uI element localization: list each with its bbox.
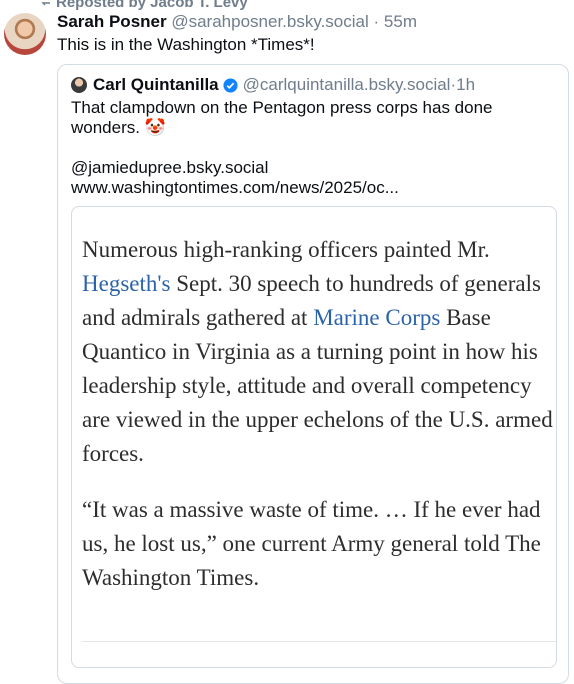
quote-text: That clampdown on the Pentagon press cor… (71, 98, 561, 198)
quote-text-line: That clampdown on the Pentagon press cor… (71, 98, 493, 137)
post-time[interactable]: 55m (384, 12, 417, 31)
article-link-hegseth: Hegseth's (82, 271, 171, 296)
verified-badge-icon (223, 77, 238, 93)
quote-link[interactable]: www.washingtontimes.com/news/2025/oc... (71, 178, 561, 198)
repost-indicator[interactable]: Reposted by Jacob T. Levy (40, 0, 248, 11)
divider (82, 641, 556, 642)
author-handle[interactable]: @sarahposner.bsky.social (171, 12, 368, 31)
quote-author-handle[interactable]: @carlquintanilla.bsky.social (243, 75, 451, 95)
author-name[interactable]: Sarah Posner (57, 12, 167, 31)
quote-header: Carl Quintanilla @carlquintanilla.bsky.s… (71, 75, 475, 95)
article-screenshot-image[interactable]: Numerous high-ranking officers painted M… (71, 206, 557, 668)
quote-mention[interactable]: @jamiedupree.bsky.social (71, 158, 561, 178)
quote-time[interactable]: 1h (456, 75, 475, 95)
article-paragraph: Numerous high-ranking officers painted M… (82, 237, 553, 466)
quote-author-name[interactable]: Carl Quintanilla (93, 75, 219, 95)
quote-avatar[interactable] (71, 77, 87, 93)
post-header: Sarah Posner @sarahposner.bsky.social · … (57, 12, 417, 32)
repost-label: Reposted by Jacob T. Levy (56, 0, 248, 11)
repost-icon (40, 0, 52, 11)
avatar[interactable] (4, 13, 46, 55)
post-text: This is in the Washington *Times*! (57, 35, 315, 54)
article-paragraph: “It was a massive waste of time. … If he… (82, 497, 541, 590)
separator-dot: · (373, 12, 380, 31)
quoted-post[interactable]: Carl Quintanilla @carlquintanilla.bsky.s… (57, 64, 569, 684)
article-text: Numerous high-ranking officers painted M… (82, 233, 556, 595)
article-link-marine-corps: Marine Corps (313, 305, 441, 330)
